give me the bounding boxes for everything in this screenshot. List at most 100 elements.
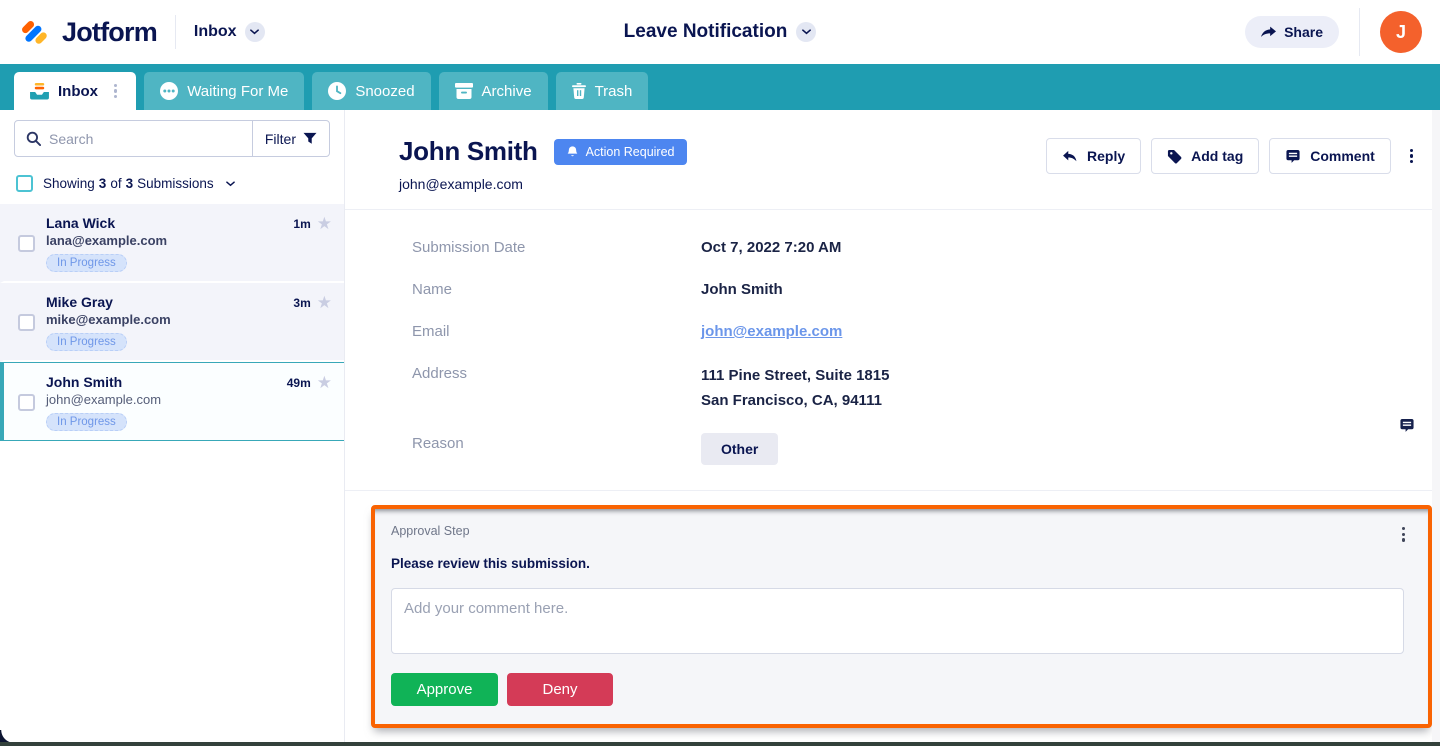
field-row: Reason Other [412,433,1440,465]
trash-icon [571,83,586,99]
submission-meta: 49m ★ [287,374,332,431]
form-title: Leave Notification [623,21,788,42]
submission-list-item[interactable]: Lana Wick lana@example.com In Progress 1… [0,204,344,283]
submitter-name: John Smith [46,374,123,390]
field-label: Name [412,281,453,298]
field-value: Oct 7, 2022 7:20 AM [701,239,842,256]
jotform-logo-icon [18,15,52,49]
submission-title: John Smith [399,136,538,166]
approve-button[interactable]: Approve [391,672,498,706]
showing-count-text: Showing 3 of 3 Submissions [43,176,214,191]
tab-snoozed[interactable]: Snoozed [312,72,431,110]
deny-button[interactable]: Deny [507,672,613,706]
action-required-badge[interactable]: Action Required [553,138,687,165]
submitter-name: Lana Wick [46,215,116,231]
comment-icon [1285,149,1301,164]
approval-message: Please review this submission. [391,555,590,571]
submission-summary: John Smith john@example.com In Progress [46,374,276,431]
submission-actions: Reply Add tag Comment [1046,136,1416,174]
add-tag-button[interactable]: Add tag [1151,138,1260,174]
reply-arrow-icon [1062,150,1078,163]
workspace-dropdown[interactable]: Inbox [194,22,265,42]
search-input[interactable] [49,130,252,147]
workspace-label: Inbox [193,23,237,40]
submission-summary: Lana Wick lana@example.com In Progress [46,215,282,272]
scrollbar-track[interactable] [1432,110,1440,742]
star-icon[interactable]: ★ [317,215,332,232]
jotform-logo[interactable]: Jotform [18,15,158,49]
comment-label: Comment [1310,148,1375,164]
submission-checkbox[interactable] [18,394,35,411]
submission-time: 49m [286,376,311,390]
more-options-kebab-icon[interactable] [1407,146,1416,167]
field-row: Submission Date Oct 7, 2022 7:20 AM [412,237,1440,259]
submitter-email: mike@example.com [46,312,171,327]
top-bar-right: Share J [1245,8,1422,56]
inbox-tab-bar: Inbox Waiting For Me Snoozed Archive Tra… [0,64,1440,110]
submission-checkbox[interactable] [18,314,35,331]
submission-detail-panel: John Smith Action Required john@example.… [345,110,1440,742]
share-label: Share [1284,24,1323,40]
filter-label: Filter [264,130,296,147]
approval-options-kebab-icon[interactable] [1399,524,1408,545]
submission-checkbox[interactable] [18,235,35,252]
field-label: Submission Date [412,239,526,256]
approval-step-label: Approval Step [391,524,470,538]
status-badge: In Progress [46,413,127,431]
approval-comment-input[interactable] [391,587,1404,654]
chevron-down-icon[interactable] [225,180,235,187]
reply-label: Reply [1087,148,1126,164]
tab-trash-label: Trash [594,82,633,100]
filter-button[interactable]: Filter [251,121,329,156]
status-badge: In Progress [46,254,127,272]
tab-waiting-label: Waiting For Me [187,82,289,100]
email-link[interactable]: john@example.com [701,321,842,343]
field-comment-icon[interactable] [1399,418,1415,433]
reply-button[interactable]: Reply [1046,138,1142,174]
tab-waiting-for-me[interactable]: Waiting For Me [144,72,305,110]
tab-inbox[interactable]: Inbox [14,72,137,110]
inbox-tray-icon [30,82,49,100]
field-row: Name John Smith [412,279,1440,301]
select-all-checkbox[interactable] [16,175,33,192]
submitter-email-header: john@example.com [399,176,523,192]
action-required-label: Action Required [585,144,675,159]
approval-buttons: Approve Deny [391,672,1408,706]
waiting-dots-icon [160,82,179,100]
approval-separator [345,490,1440,491]
header-divider [1359,8,1360,56]
submitter-name: Mike Gray [46,294,113,310]
submission-list-item-selected[interactable]: John Smith john@example.com In Progress … [0,362,344,441]
address-line-2: San Francisco, CA, 94111 [701,392,882,409]
tab-archive-label: Archive [481,82,532,100]
submission-time: 1m [293,217,311,231]
filter-funnel-icon [303,132,317,145]
submission-meta: 3m ★ [293,294,332,351]
tab-archive[interactable]: Archive [438,72,548,110]
search-box: Filter [14,120,330,157]
tab-options-kebab-icon[interactable] [111,81,120,102]
comment-button[interactable]: Comment [1269,138,1391,174]
share-arrow-icon [1261,26,1277,39]
reason-chip: Other [701,433,779,465]
share-button[interactable]: Share [1245,16,1339,48]
submission-list-item[interactable]: Mike Gray mike@example.com In Progress 3… [0,283,344,362]
chevron-down-icon [796,22,817,42]
star-icon[interactable]: ★ [317,374,332,391]
header-divider [174,15,176,49]
submission-time: 3m [293,296,311,310]
tab-trash[interactable]: Trash [555,72,649,110]
search-area: Filter [0,110,344,165]
submitter-email: lana@example.com [46,233,168,248]
avatar-initial: J [1395,21,1406,42]
tab-snoozed-label: Snoozed [355,82,415,100]
submissions-sidebar: Filter Showing 3 of 3 Submissions [0,110,345,742]
avatar[interactable]: J [1380,11,1422,53]
star-icon[interactable]: ★ [317,294,332,311]
field-value: John Smith [701,281,783,298]
field-label: Email [412,323,450,340]
approval-step-card: Approval Step Please review this submiss… [371,505,1432,728]
submission-summary: Mike Gray mike@example.com In Progress [46,294,282,351]
search-icon [15,131,49,146]
status-badge: In Progress [46,333,127,351]
